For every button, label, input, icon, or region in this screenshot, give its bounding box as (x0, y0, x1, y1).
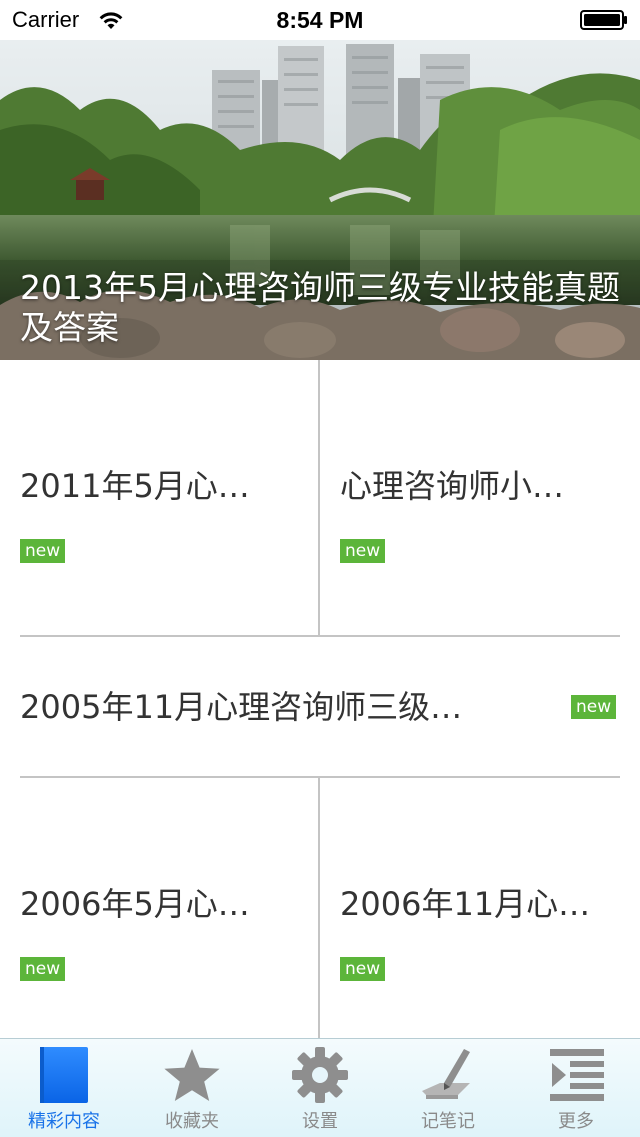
new-badge: new (571, 695, 617, 719)
article-title: 心理咨询师小… (340, 467, 565, 505)
star-icon (164, 1049, 220, 1101)
tab-favorites[interactable]: 收藏夹 (128, 1039, 256, 1137)
tab-notes[interactable]: 记笔记 (384, 1039, 512, 1137)
new-badge: new (20, 957, 66, 981)
new-badge: new (340, 539, 386, 563)
book-icon (40, 1047, 88, 1103)
tab-label: 更多 (558, 1111, 594, 1132)
tab-label: 记笔记 (421, 1111, 475, 1132)
tab-label: 设置 (302, 1111, 338, 1132)
clock: 8:54 PM (276, 7, 364, 33)
gear-icon (292, 1047, 348, 1103)
featured-banner[interactable]: 2013年5月心理咨询师三级专业技能真题及答案 (0, 40, 640, 360)
article-title: 2006年11月心… (340, 885, 591, 923)
tab-settings[interactable]: 设置 (256, 1039, 384, 1137)
tab-bar: 精彩内容 收藏夹 设置 记笔记 更多 (0, 1038, 640, 1137)
new-badge: new (340, 957, 386, 981)
article-title: 2005年11月心理咨询师三级… (20, 688, 463, 726)
article-title: 2006年5月心… (20, 885, 250, 923)
article-card[interactable]: 心理咨询师小… new (320, 360, 640, 636)
more-list-icon (550, 1049, 604, 1101)
article-card[interactable]: 2005年11月心理咨询师三级… new (0, 637, 640, 776)
new-badge: new (20, 539, 66, 563)
article-card[interactable]: 2006年5月心… new (0, 778, 318, 1038)
pencil-icon (422, 1049, 470, 1099)
tab-label: 收藏夹 (165, 1111, 219, 1132)
article-card[interactable]: 2011年5月心… new (0, 360, 318, 636)
battery-icon (580, 10, 627, 30)
banner-title: 2013年5月心理咨询师三级专业技能真题及答案 (20, 268, 620, 347)
tab-featured[interactable]: 精彩内容 (0, 1039, 128, 1137)
article-title: 2011年5月心… (20, 467, 250, 505)
status-bar: Carrier 8:54 PM (0, 0, 640, 40)
tab-more[interactable]: 更多 (512, 1039, 640, 1137)
tab-label: 精彩内容 (28, 1111, 100, 1132)
article-card[interactable]: 2006年11月心… new (320, 778, 640, 1038)
